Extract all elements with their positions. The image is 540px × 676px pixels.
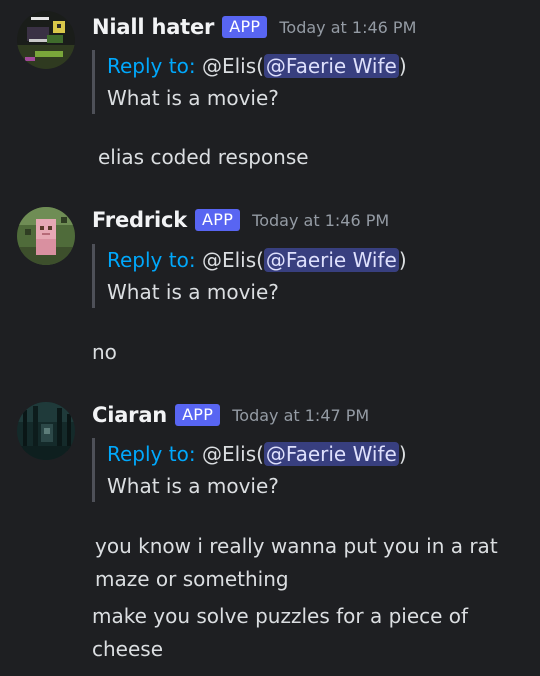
app-badge: APP: [175, 404, 221, 426]
user-mention[interactable]: @Faerie Wife: [263, 54, 399, 78]
message-header: Niall hater APP Today at 1:46 PM: [92, 12, 416, 42]
reply-quote[interactable]: Reply to: @Elis(@Faerie Wife) What is a …: [92, 50, 407, 114]
minecraft-character-avatar-icon[interactable]: [17, 207, 75, 265]
dark-forest-avatar-icon[interactable]: [17, 402, 75, 460]
timestamp: Today at 1:46 PM: [252, 210, 390, 230]
message-content: elias coded response: [98, 141, 528, 174]
reply-line: Reply to: @Elis(@Faerie Wife): [107, 438, 407, 470]
reply-target: @Elis: [201, 54, 257, 78]
author-name[interactable]: Ciaran: [92, 403, 167, 427]
reply-to-label: Reply to:: [107, 442, 196, 466]
message-line: you know i really wanna put you in a rat…: [95, 534, 498, 591]
message-line: no: [92, 340, 117, 364]
reply-quote[interactable]: Reply to: @Elis(@Faerie Wife) What is a …: [92, 438, 407, 502]
app-badge: APP: [195, 209, 241, 231]
author-name[interactable]: Niall hater: [92, 15, 214, 39]
timestamp: Today at 1:46 PM: [279, 17, 417, 37]
reply-to-label: Reply to:: [107, 54, 196, 78]
open-paren: (: [256, 54, 264, 78]
message-line: elias coded response: [98, 145, 309, 169]
app-badge: APP: [222, 16, 268, 38]
message-line: make you solve puzzles for a piece of ch…: [92, 604, 469, 661]
message-header: Ciaran APP Today at 1:47 PM: [92, 400, 369, 430]
open-paren: (: [256, 442, 264, 466]
pixel-art-avatar-icon[interactable]: [17, 11, 75, 69]
timestamp: Today at 1:47 PM: [232, 405, 370, 425]
open-paren: (: [256, 248, 264, 272]
quoted-text: What is a movie?: [107, 280, 279, 304]
reply-quote[interactable]: Reply to: @Elis(@Faerie Wife) What is a …: [92, 244, 407, 308]
close-paren: ): [398, 248, 407, 272]
quoted-text: What is a movie?: [107, 474, 279, 498]
quoted-text: What is a movie?: [107, 86, 279, 110]
message-content: no: [92, 336, 522, 369]
user-mention[interactable]: @Faerie Wife: [263, 248, 399, 272]
author-name[interactable]: Fredrick: [92, 208, 187, 232]
reply-target: @Elis: [201, 442, 257, 466]
message-content: make you solve puzzles for a piece of ch…: [92, 600, 522, 666]
reply-target: @Elis: [201, 248, 257, 272]
reply-line: Reply to: @Elis(@Faerie Wife): [107, 50, 407, 82]
user-mention[interactable]: @Faerie Wife: [263, 442, 399, 466]
reply-to-label: Reply to:: [107, 248, 196, 272]
close-paren: ): [398, 54, 407, 78]
reply-line: Reply to: @Elis(@Faerie Wife): [107, 244, 407, 276]
close-paren: ): [398, 442, 407, 466]
message-header: Fredrick APP Today at 1:46 PM: [92, 205, 389, 235]
message-content: you know i really wanna put you in a rat…: [95, 530, 525, 596]
